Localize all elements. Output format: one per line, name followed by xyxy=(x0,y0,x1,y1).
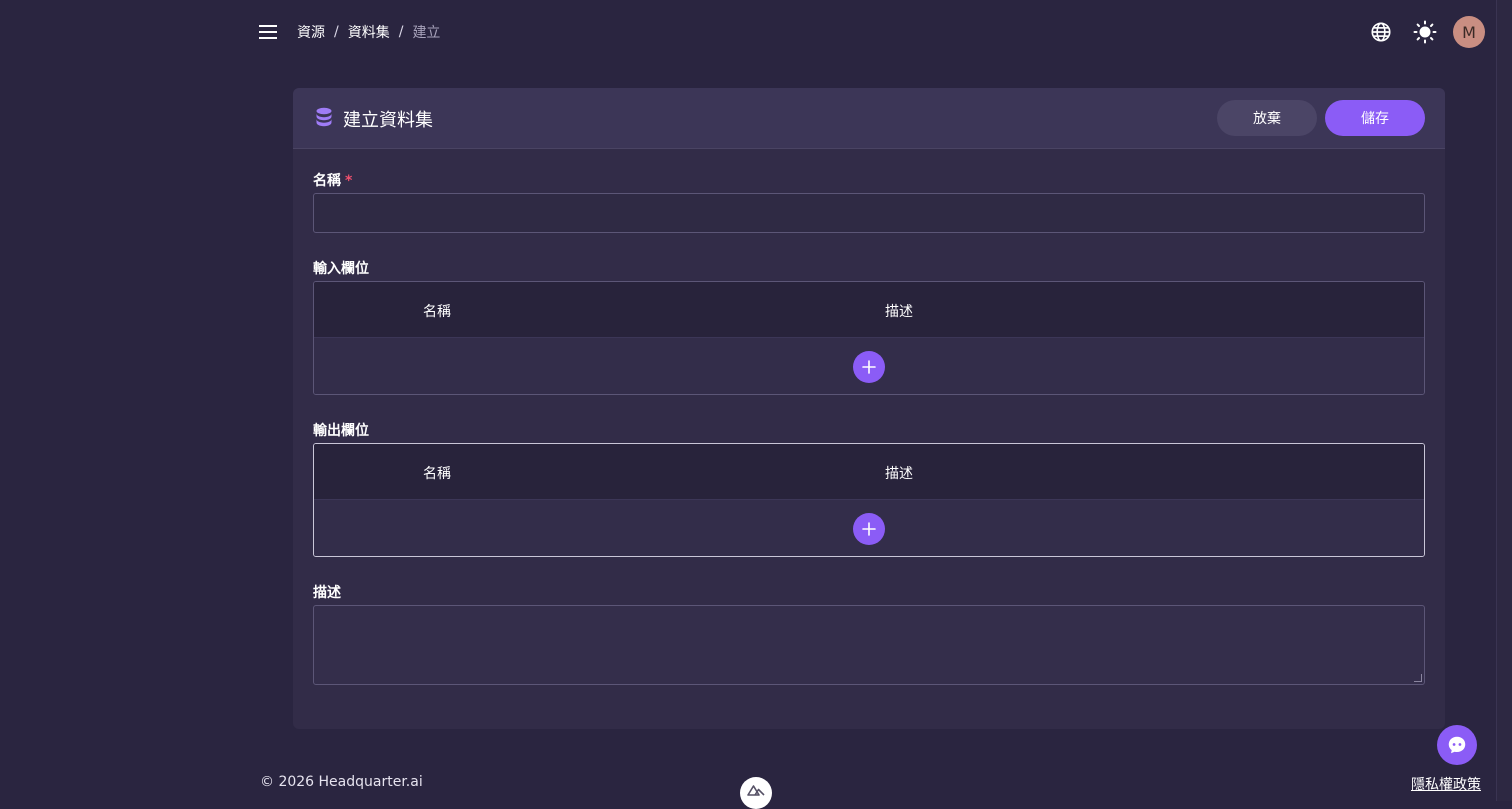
card-title-group: 建立資料集 xyxy=(315,106,433,132)
cancel-button[interactable]: 放棄 xyxy=(1217,100,1317,136)
privacy-policy-link[interactable]: 隱私權政策 xyxy=(1411,774,1481,794)
chat-assistant-button[interactable] xyxy=(1437,725,1477,765)
breadcrumb-datasets[interactable]: 資料集 xyxy=(348,22,390,42)
chat-bot-icon xyxy=(1448,736,1466,754)
table-row xyxy=(314,338,1424,394)
description-textarea[interactable] xyxy=(313,605,1425,685)
input-fields-label: 輸入欄位 xyxy=(313,261,369,277)
output-fields-table: 名稱 描述 xyxy=(313,443,1425,557)
name-field-label: 名稱 * xyxy=(313,170,352,190)
create-dataset-card: 建立資料集 放棄 儲存 名稱 * 輸入欄位 名稱 描述 輸出欄位 名稱 描述 描… xyxy=(293,88,1445,729)
table-header: 名稱 描述 xyxy=(314,282,1424,338)
plus-icon xyxy=(862,360,876,374)
input-fields-table: 名稱 描述 xyxy=(313,281,1425,395)
name-label-text: 名稱 xyxy=(313,173,341,189)
breadcrumb-resources[interactable]: 資源 xyxy=(297,22,325,42)
column-header-description: 描述 xyxy=(885,466,913,482)
breadcrumb: 資源 / 資料集 / 建立 xyxy=(297,22,440,42)
sun-icon[interactable] xyxy=(1411,18,1439,46)
table-row xyxy=(314,500,1424,556)
description-field-label: 描述 xyxy=(313,585,341,601)
nuxt-logo-icon[interactable] xyxy=(740,777,772,809)
name-input[interactable] xyxy=(313,193,1425,233)
add-output-field-button[interactable] xyxy=(853,513,885,545)
output-fields-label: 輸出欄位 xyxy=(313,423,369,439)
page-title: 建立資料集 xyxy=(343,110,433,131)
avatar[interactable]: M xyxy=(1453,16,1485,48)
footer-copyright: © 2026 Headquarter.ai xyxy=(260,774,423,790)
save-button[interactable]: 儲存 xyxy=(1325,100,1425,136)
globe-icon[interactable] xyxy=(1367,18,1395,46)
resize-handle[interactable] xyxy=(1414,674,1422,682)
top-bar: 資源 / 資料集 / 建立 M xyxy=(0,0,1496,64)
page-scrollbar[interactable] xyxy=(1496,0,1512,801)
breadcrumb-current: 建立 xyxy=(412,25,441,41)
column-header-description: 描述 xyxy=(885,304,913,320)
menu-icon[interactable] xyxy=(256,20,280,44)
card-header: 建立資料集 放棄 儲存 xyxy=(293,88,1445,149)
plus-icon xyxy=(862,522,876,536)
required-mark: * xyxy=(345,173,353,189)
column-header-name: 名稱 xyxy=(423,304,451,320)
table-header: 名稱 描述 xyxy=(314,444,1424,500)
database-icon xyxy=(315,107,333,132)
add-input-field-button[interactable] xyxy=(853,351,885,383)
breadcrumb-separator: / xyxy=(398,24,404,40)
breadcrumb-separator: / xyxy=(334,24,339,40)
column-header-name: 名稱 xyxy=(423,466,451,482)
